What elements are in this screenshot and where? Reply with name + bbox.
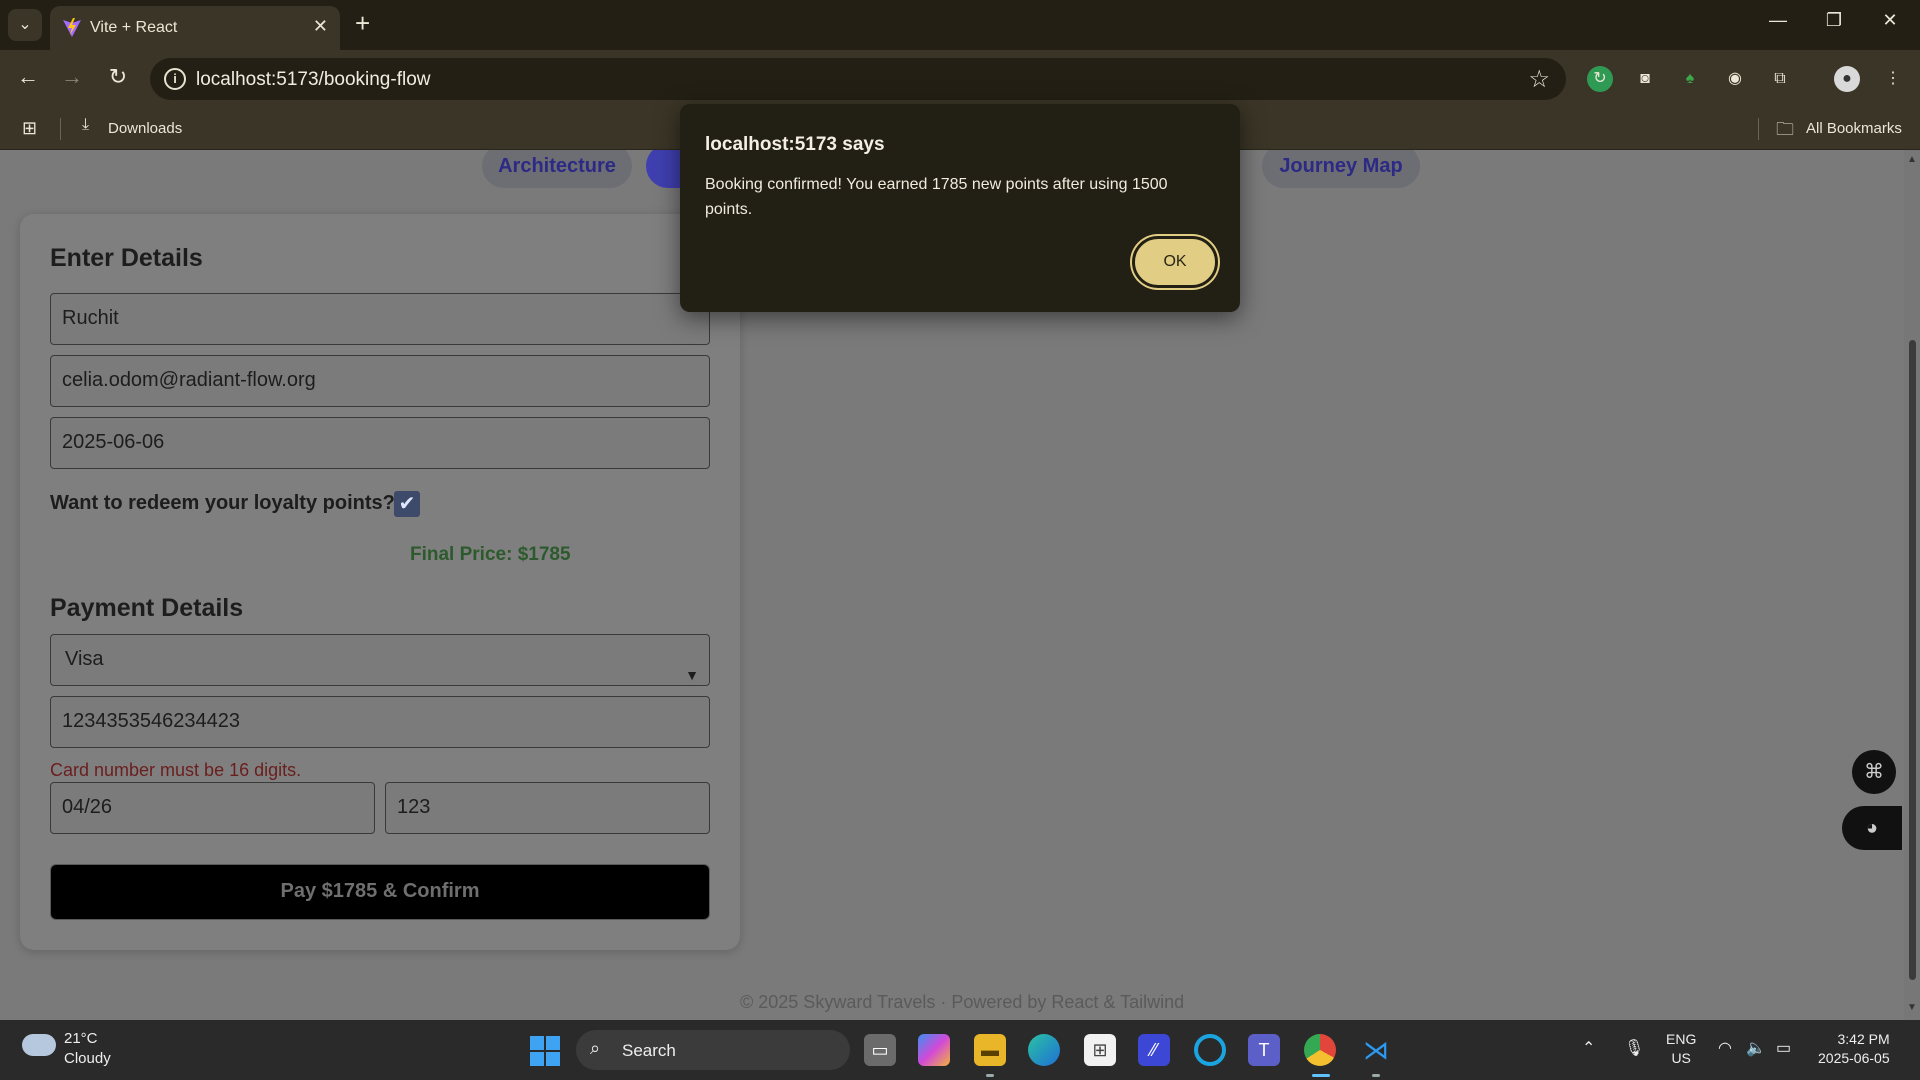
- weather-temperature[interactable]: 21°C: [64, 1030, 98, 1047]
- tab-strip: ⌄ Vite + React ✕ + — ❐ ✕: [0, 0, 1920, 50]
- tab-title: Vite + React: [90, 19, 178, 36]
- extension-glasses-icon[interactable]: ◙: [1632, 66, 1658, 92]
- enter-details-heading: Enter Details: [50, 244, 203, 272]
- card-type-value: Visa: [65, 648, 104, 670]
- cortana-icon[interactable]: [1194, 1034, 1226, 1066]
- dialog-message: Booking confirmed! You earned 1785 new p…: [705, 176, 1168, 218]
- page-scrollbar[interactable]: ▲ ▼: [1904, 150, 1920, 1020]
- site-info-icon[interactable]: i: [164, 68, 186, 90]
- reload-icon[interactable]: ↻: [103, 64, 133, 90]
- download-icon[interactable]: ⤓: [82, 116, 89, 134]
- minimize-icon[interactable]: —: [1758, 10, 1798, 31]
- copilot-icon[interactable]: [918, 1034, 950, 1066]
- downloads-bookmark[interactable]: Downloads: [108, 120, 182, 137]
- folder-icon[interactable]: 🗀: [1776, 117, 1794, 147]
- vite-logo-icon: [63, 18, 81, 37]
- browser-tab[interactable]: Vite + React ✕: [50, 6, 340, 50]
- edge-icon[interactable]: [1028, 1034, 1060, 1066]
- language-indicator[interactable]: ENG US: [1666, 1030, 1696, 1068]
- microphone-icon[interactable]: 🎙: [1624, 1038, 1644, 1058]
- page-footer: © 2025 Skyward Travels · Powered by Reac…: [740, 992, 1185, 1012]
- volume-icon[interactable]: 🔈: [1746, 1038, 1766, 1058]
- name-input[interactable]: Ruchit: [50, 293, 710, 345]
- browser-menu-icon[interactable]: ⋮: [1880, 66, 1906, 92]
- battery-icon[interactable]: ▭: [1776, 1038, 1791, 1058]
- expiry-input[interactable]: 04/26: [50, 782, 375, 834]
- clock-time: 3:42 PM: [1837, 1031, 1890, 1047]
- nav-pill-journey-map[interactable]: Journey Map: [1262, 150, 1420, 188]
- search-label: Search: [622, 1041, 676, 1060]
- card-number-input[interactable]: 1234353546234423: [50, 696, 710, 748]
- region-code: US: [1671, 1050, 1691, 1066]
- extension-bell-icon[interactable]: ♠: [1677, 66, 1703, 92]
- command-icon[interactable]: ⌘: [1852, 750, 1896, 794]
- new-tab-icon[interactable]: +: [355, 8, 370, 39]
- scroll-down-icon[interactable]: ▼: [1907, 1002, 1917, 1013]
- card-type-select[interactable]: Visa ▼: [50, 634, 710, 686]
- bookmark-star-icon[interactable]: ☆: [1528, 65, 1550, 94]
- scroll-up-icon[interactable]: ▲: [1907, 154, 1917, 165]
- extensions-puzzle-icon[interactable]: ⧉: [1767, 66, 1793, 92]
- forward-icon[interactable]: →: [57, 64, 87, 90]
- back-icon[interactable]: ←: [13, 64, 43, 90]
- cvv-input[interactable]: 123: [385, 782, 710, 834]
- assistant-bot-icon[interactable]: ◕: [1842, 806, 1902, 850]
- nav-pill-architecture[interactable]: Architecture: [482, 150, 632, 188]
- extension-owl-icon[interactable]: ◉: [1722, 66, 1748, 92]
- bookmarks-divider: [60, 118, 61, 140]
- tab-search-chevron-icon[interactable]: ⌄: [8, 9, 42, 41]
- redeem-points-checkbox[interactable]: ✔: [394, 491, 420, 517]
- pay-confirm-button[interactable]: Pay $1785 & Confirm: [50, 864, 710, 920]
- running-indicator: [1372, 1074, 1380, 1077]
- weather-description[interactable]: Cloudy: [64, 1050, 111, 1067]
- address-bar[interactable]: i localhost:5173/booking-flow ☆: [150, 58, 1566, 100]
- all-bookmarks[interactable]: All Bookmarks: [1806, 120, 1902, 137]
- language-code: ENG: [1666, 1031, 1697, 1047]
- taskbar-search[interactable]: ⌕ Search: [576, 1030, 850, 1070]
- vscode-icon[interactable]: ⋊: [1360, 1034, 1392, 1066]
- cloud-icon[interactable]: [22, 1034, 56, 1056]
- active-indicator: [1312, 1074, 1330, 1077]
- app-icon[interactable]: ⁄⁄: [1138, 1034, 1170, 1066]
- task-view-icon[interactable]: ▭: [864, 1034, 896, 1066]
- chrome-icon[interactable]: [1304, 1034, 1336, 1066]
- profile-avatar[interactable]: ●: [1834, 66, 1860, 92]
- apps-grid-icon[interactable]: ⊞: [22, 118, 37, 139]
- final-price: Final Price: $1785: [410, 544, 571, 565]
- address-url[interactable]: localhost:5173/booking-flow: [196, 69, 431, 91]
- system-clock[interactable]: 3:42 PM 2025-06-05: [1818, 1030, 1890, 1068]
- redeem-points-label: Want to redeem your loyalty points?: [50, 492, 395, 514]
- date-input[interactable]: 2025-06-06: [50, 417, 710, 469]
- wifi-icon[interactable]: ◠: [1718, 1038, 1732, 1058]
- taskbar: 21°C Cloudy ⌕ Search ▭ ▬ ⊞ ⁄⁄ T ⋊ ⌃ 🎙 EN…: [0, 1020, 1920, 1080]
- card-number-error: Card number must be 16 digits.: [50, 760, 302, 780]
- clock-date: 2025-06-05: [1818, 1050, 1890, 1066]
- tab-close-icon[interactable]: ✕: [313, 16, 328, 37]
- email-input[interactable]: celia.odom@radiant-flow.org: [50, 355, 710, 407]
- file-explorer-icon[interactable]: ▬: [974, 1034, 1006, 1066]
- show-hidden-icons-icon[interactable]: ⌃: [1582, 1038, 1595, 1058]
- scroll-thumb[interactable]: [1909, 340, 1916, 980]
- dialog-title: localhost:5173 says: [705, 134, 885, 155]
- extension-green-icon[interactable]: ↻: [1587, 66, 1613, 92]
- alert-dialog: localhost:5173 says Booking confirmed! Y…: [680, 104, 1240, 312]
- windows-start-icon[interactable]: [530, 1036, 560, 1066]
- chevron-down-icon: ▼: [685, 667, 699, 683]
- payment-details-heading: Payment Details: [50, 594, 244, 622]
- running-indicator: [986, 1074, 994, 1077]
- bookmarks-divider: [1758, 118, 1759, 140]
- store-icon[interactable]: ⊞: [1084, 1034, 1116, 1066]
- dialog-ok-button[interactable]: OK: [1132, 236, 1218, 288]
- restore-icon[interactable]: ❐: [1814, 10, 1854, 31]
- close-window-icon[interactable]: ✕: [1870, 10, 1910, 31]
- search-icon: ⌕: [590, 1038, 601, 1058]
- teams-icon[interactable]: T: [1248, 1034, 1280, 1066]
